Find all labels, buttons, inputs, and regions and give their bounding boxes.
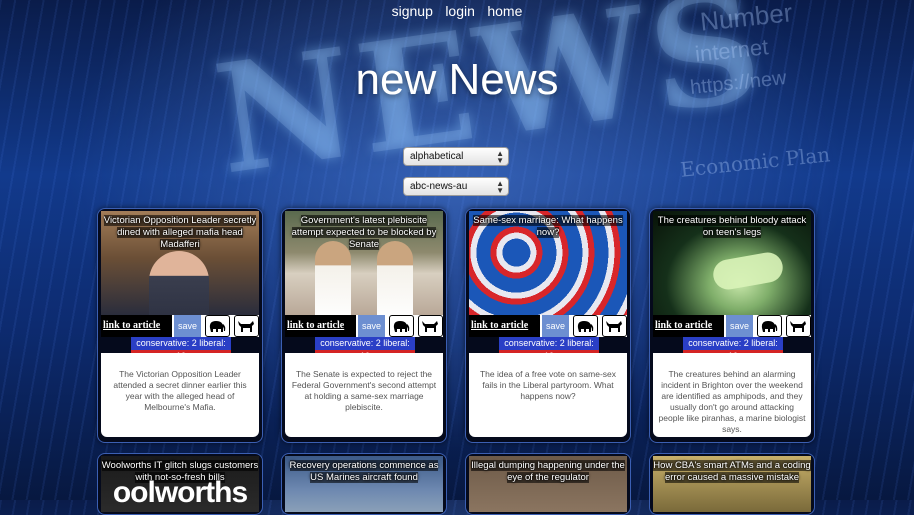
article-image: Woolworths IT glitch slugs customers wit… [101,456,259,512]
article-card: Recovery operations commence as US Marin… [281,453,447,515]
source-select-value: abc-news-au [410,181,468,192]
article-action-bar: link to article save [653,315,811,337]
article-headline: The creatures behind bloody attack on te… [657,215,807,238]
background-text: Economic Plan [679,142,832,182]
article-headline: Illegal dumping happening under the eye … [471,460,625,483]
login-link[interactable]: login [445,3,475,19]
bias-score-badge: conservative: 2 liberal: 10 [131,337,231,361]
save-button[interactable]: save [726,315,753,337]
donkey-icon[interactable] [601,315,627,337]
signup-link[interactable]: signup [392,3,433,19]
article-image: Same-sex marriage: What happens now? [469,211,627,315]
bias-score-badge: conservative: 2 liberal: 10 [499,337,599,361]
article-headline: Government's latest plebiscite attempt e… [291,215,437,250]
article-photo-person [315,241,351,315]
home-link[interactable]: home [487,3,522,19]
save-button[interactable]: save [174,315,201,337]
woolworths-logo: oolworths [112,476,248,509]
article-headline: Recovery operations commence as US Marin… [289,460,439,483]
article-image: Victorian Opposition Leader secretly din… [101,211,259,315]
article-photo-person [377,241,413,315]
article-summary: The Victorian Opposition Leader attended… [101,353,259,437]
article-summary: The Senate is expected to reject the Fed… [285,353,443,437]
article-image: Recovery operations commence as US Marin… [285,456,443,512]
article-image: The creatures behind bloody attack on te… [653,211,811,315]
article-card: How CBA's smart ATMs and a coding error … [649,453,815,515]
donkey-icon[interactable] [785,315,811,337]
chevron-updown-icon: ▲ ▼ [496,179,504,195]
article-action-bar: link to article save [101,315,259,337]
chevron-updown-icon: ▲ ▼ [496,149,504,165]
article-card: Victorian Opposition Leader secretly din… [97,208,263,443]
sort-select-value: alphabetical [410,151,464,162]
source-select[interactable]: abc-news-au ▲ ▼ [403,177,509,196]
article-card: Same-sex marriage: What happens now? lin… [465,208,631,443]
save-button[interactable]: save [542,315,569,337]
article-action-bar: link to article save [469,315,627,337]
article-image: How CBA's smart ATMs and a coding error … [653,456,811,512]
article-action-bar: link to article save [285,315,443,337]
elephant-icon[interactable] [756,315,782,337]
bias-score-badge: conservative: 2 liberal: 10 [683,337,783,361]
article-photo-creature [710,250,786,292]
elephant-icon[interactable] [204,315,230,337]
article-summary: The creatures behind an alarming inciden… [653,353,811,437]
article-image: Government's latest plebiscite attempt e… [285,211,443,315]
donkey-icon[interactable] [417,315,443,337]
article-image: Illegal dumping happening under the eye … [469,456,627,512]
link-to-article[interactable]: link to article [285,315,357,337]
article-headline: How CBA's smart ATMs and a coding error … [653,460,811,483]
elephant-icon[interactable] [388,315,414,337]
article-card: Government's latest plebiscite attempt e… [281,208,447,443]
article-headline: Same-sex marriage: What happens now? [473,215,623,238]
save-button[interactable]: save [358,315,385,337]
top-nav: signup login home [0,3,914,21]
donkey-icon[interactable] [233,315,259,337]
bias-score-badge: conservative: 2 liberal: 10 [315,337,415,361]
page-title: new News [355,55,559,104]
article-card: Woolworths IT glitch slugs customers wit… [97,453,263,515]
article-card: The creatures behind bloody attack on te… [649,208,815,443]
article-photo-person [149,251,209,315]
sort-select[interactable]: alphabetical ▲ ▼ [403,147,509,166]
elephant-icon[interactable] [572,315,598,337]
link-to-article[interactable]: link to article [653,315,725,337]
article-summary: The idea of a free vote on same-sex fail… [469,353,627,437]
link-to-article[interactable]: link to article [469,315,541,337]
link-to-article[interactable]: link to article [101,315,173,337]
article-card: Illegal dumping happening under the eye … [465,453,631,515]
article-headline: Victorian Opposition Leader secretly din… [103,215,257,250]
